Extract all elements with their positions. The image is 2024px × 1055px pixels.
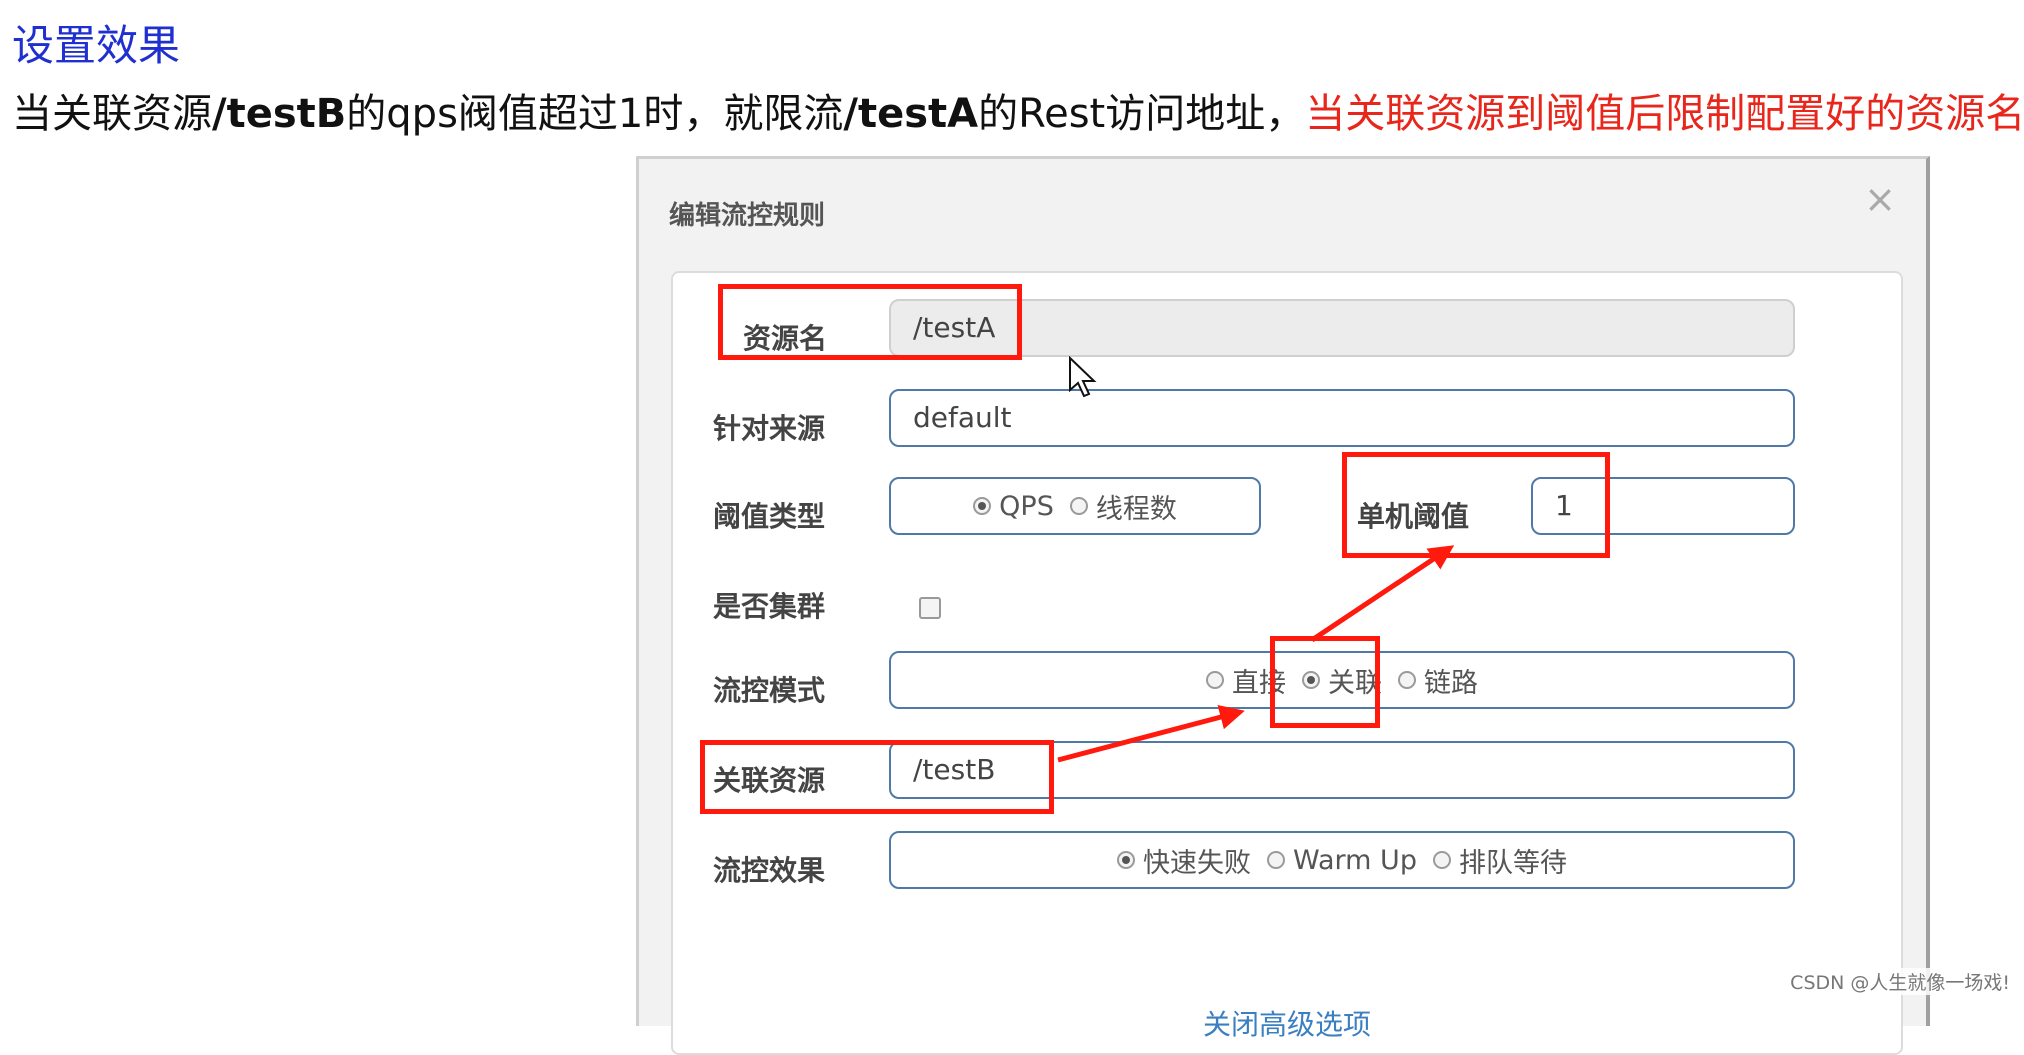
threshold-type-label: 阈值类型	[713, 500, 826, 533]
radio-unchecked-icon	[1206, 671, 1224, 689]
resource-name-label: 资源名	[743, 322, 828, 355]
radio-thread-count[interactable]: 线程数	[1069, 487, 1177, 526]
single-threshold-input[interactable]: 1	[1531, 477, 1795, 535]
flow-effect-radio-group: 快速失败 Warm Up 排队等待	[889, 831, 1795, 889]
radio-checked-icon	[973, 497, 992, 515]
radio-unchecked-icon	[1398, 671, 1416, 689]
radio-unchecked-icon	[1432, 851, 1451, 869]
radio-label: 快速失败	[1143, 847, 1252, 879]
watermark: CSDN @人生就像一场戏!	[1786, 968, 2014, 995]
page-heading: 设置效果	[12, 21, 181, 70]
desc-part: 当关联资源	[12, 91, 212, 137]
radio-label: 链路	[1424, 667, 1478, 699]
close-icon[interactable]: ×	[1864, 177, 1896, 221]
description-text: 当关联资源/testB的qps阀值超过1时，就限流/testA的Rest访问地址…	[12, 86, 2024, 142]
single-threshold-label: 单机阈值	[1357, 500, 1470, 533]
desc-part: 的	[978, 91, 1019, 137]
radio-qps[interactable]: QPS	[973, 491, 1054, 522]
radio-unchecked-icon	[1267, 851, 1286, 869]
close-advanced-options-link[interactable]: 关闭高级选项	[673, 1003, 1901, 1043]
cluster-label: 是否集群	[713, 590, 826, 623]
related-resource-label: 关联资源	[713, 764, 826, 797]
cluster-checkbox[interactable]	[919, 597, 941, 619]
form-panel: 资源名 /testA 针对来源 default 阈值类型 QPS 线程数 单机阈…	[671, 271, 1903, 1055]
radio-checked-icon	[1302, 671, 1320, 689]
desc-part: 访问地址，	[1105, 91, 1306, 137]
flow-effect-label: 流控效果	[713, 854, 826, 887]
limit-app-label: 针对来源	[713, 412, 826, 445]
desc-part: 阀值超过	[457, 91, 618, 137]
radio-label: 排队等待	[1458, 847, 1567, 879]
radio-label: QPS	[999, 490, 1054, 522]
radio-direct[interactable]: 直接	[1206, 661, 1286, 700]
radio-unchecked-icon	[1069, 497, 1088, 515]
radio-relate[interactable]: 关联	[1302, 661, 1382, 700]
radio-queue-wait[interactable]: 排队等待	[1432, 841, 1567, 880]
radio-checked-icon	[1117, 851, 1136, 869]
flow-mode-label: 流控模式	[713, 674, 826, 707]
related-resource-input[interactable]: /testB	[889, 741, 1795, 799]
desc-part: 时，就限流	[643, 91, 844, 137]
radio-label: 直接	[1232, 667, 1286, 699]
radio-label: 线程数	[1095, 493, 1177, 525]
flow-mode-radio-group: 直接 关联 链路	[889, 651, 1795, 709]
threshold-type-radio-group: QPS 线程数	[889, 477, 1261, 535]
mouse-cursor-icon	[1069, 356, 1097, 398]
dialog-title: 编辑流控规则	[669, 201, 826, 231]
desc-red-note: 当关联资源到阈值后限制配置好的资源名	[1305, 91, 2024, 137]
resource-name-input[interactable]: /testA	[889, 299, 1795, 357]
radio-label: 关联	[1328, 667, 1382, 699]
desc-part: /testB	[212, 91, 347, 137]
radio-chain[interactable]: 链路	[1398, 661, 1478, 700]
desc-part: Rest	[1018, 91, 1106, 137]
radio-label: Warm Up	[1293, 844, 1417, 876]
edit-flow-rule-dialog: 编辑流控规则 × 资源名 /testA 针对来源 default 阈值类型 QP…	[636, 156, 1930, 1055]
radio-fast-fail[interactable]: 快速失败	[1117, 841, 1251, 880]
desc-part: 1	[617, 91, 644, 137]
desc-part: qps	[386, 91, 458, 137]
radio-warm-up[interactable]: Warm Up	[1267, 845, 1417, 876]
limit-app-input[interactable]: default	[889, 389, 1795, 447]
desc-part: 的	[346, 91, 387, 137]
desc-part: /testA	[843, 91, 979, 137]
